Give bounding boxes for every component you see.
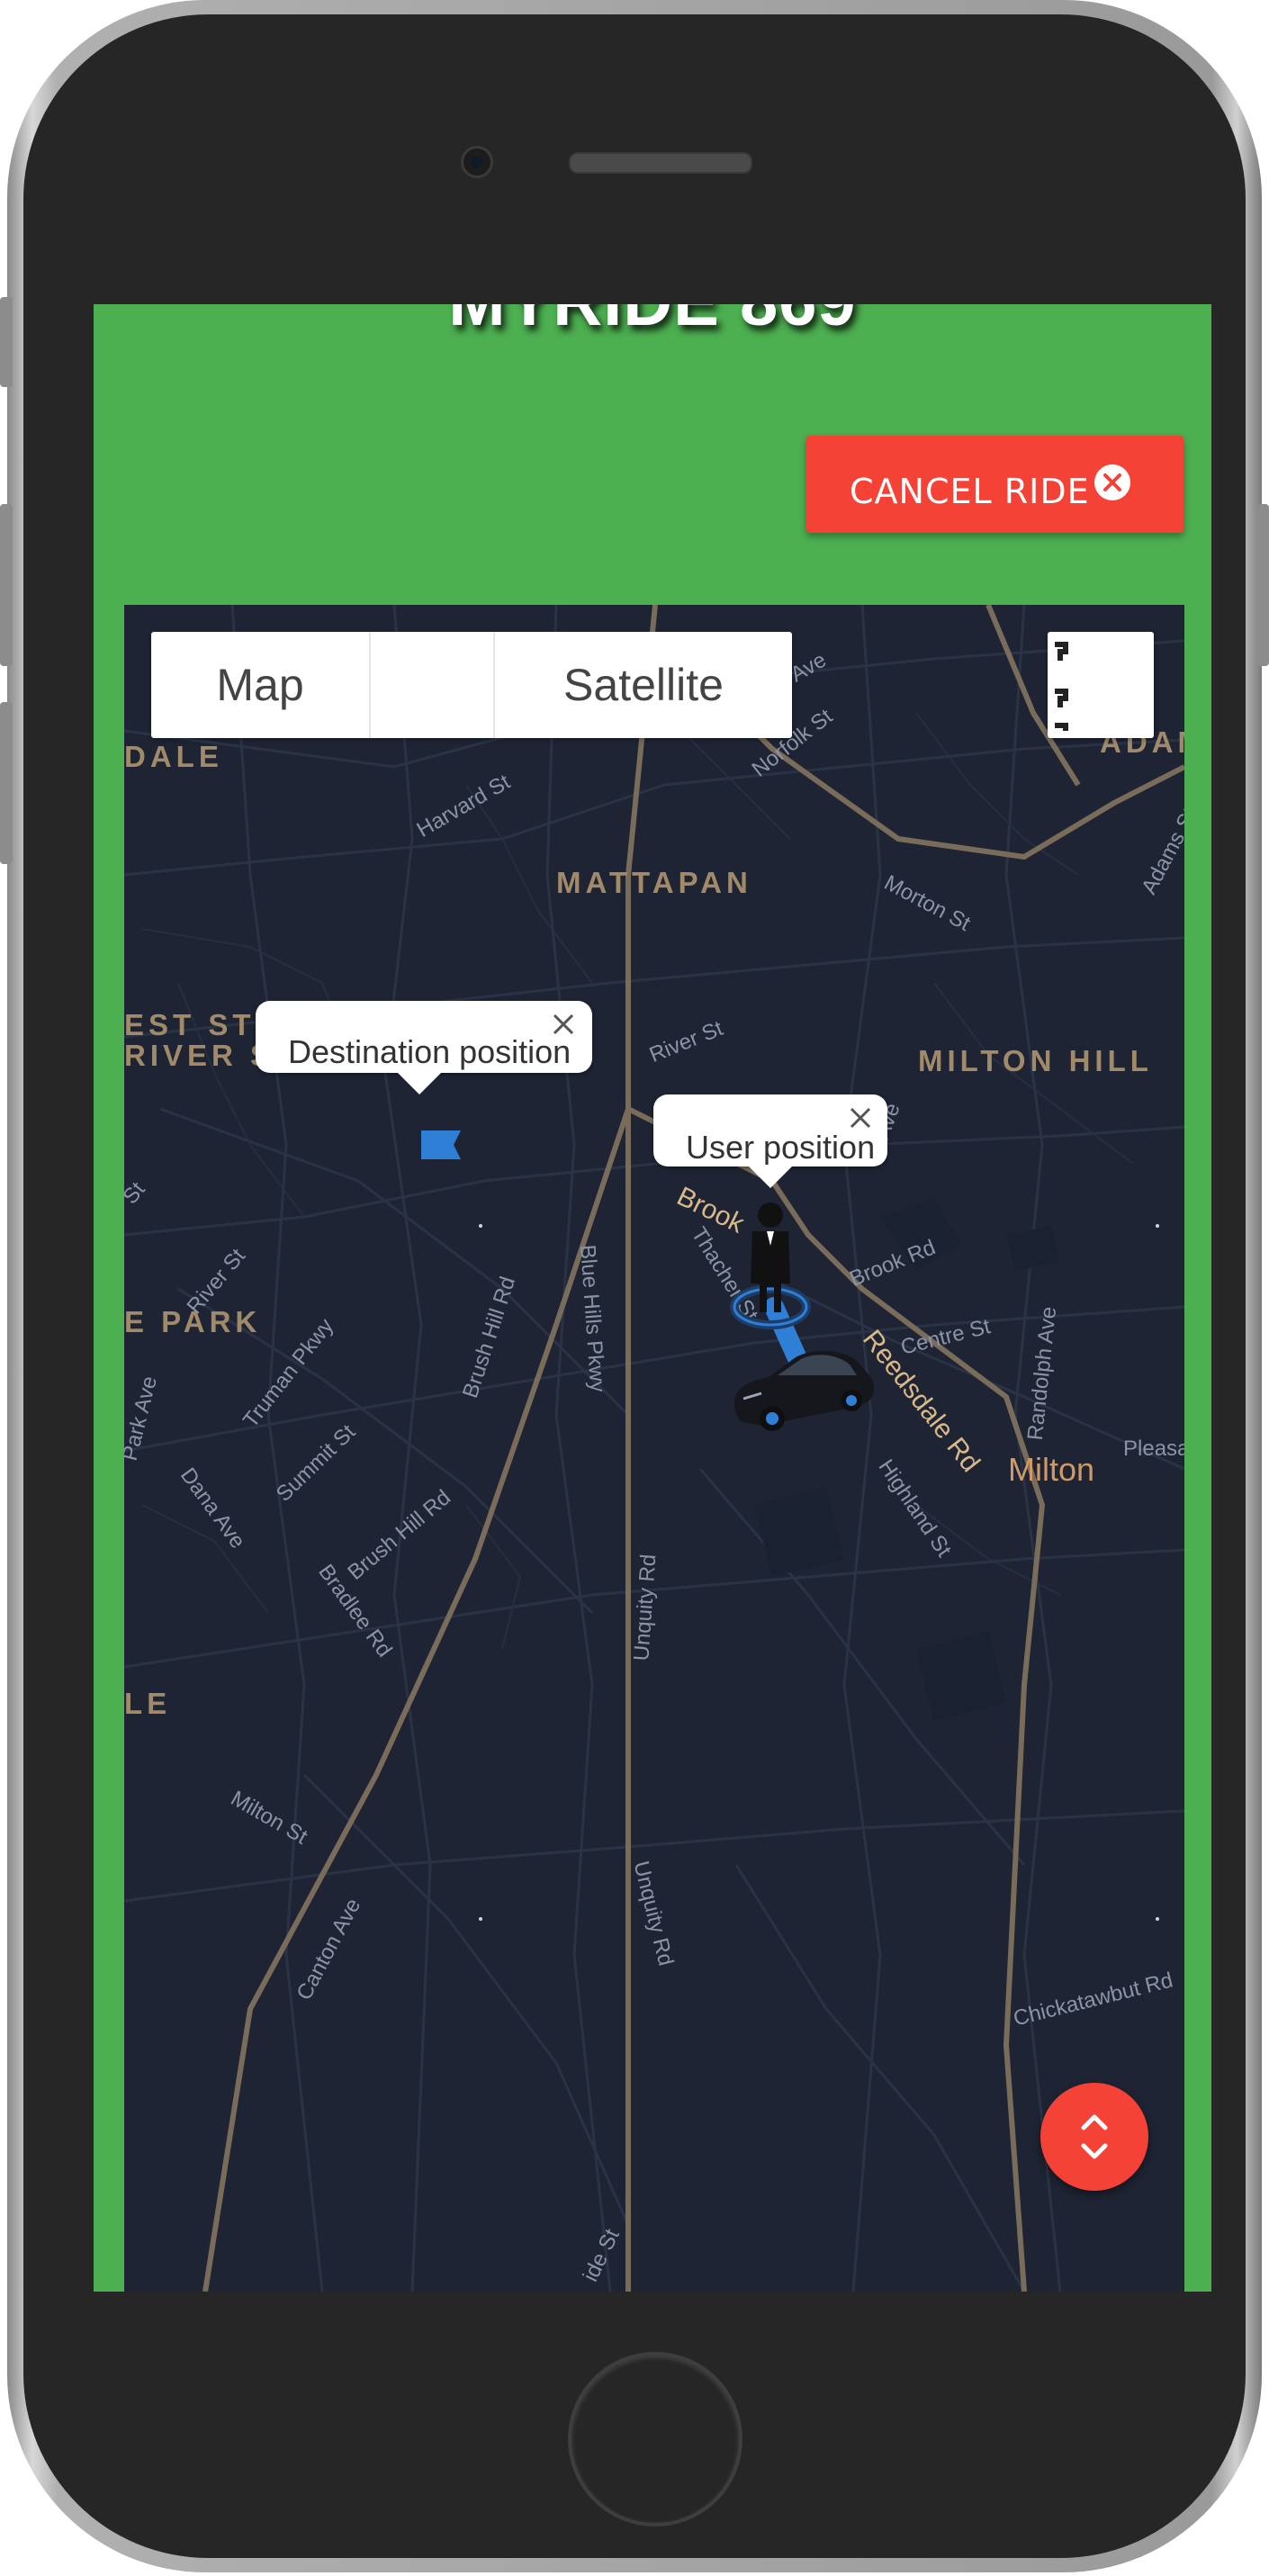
map-label: EST ST — [124, 1008, 256, 1041]
popup-tail — [747, 1165, 794, 1188]
app-screen: MYRIDE 869 CANCEL RIDE — [94, 304, 1211, 2292]
phone-bezel: MYRIDE 869 CANCEL RIDE — [23, 14, 1246, 2558]
destination-flag-icon[interactable] — [419, 1129, 463, 1161]
volume-down-button — [0, 702, 13, 864]
mute-switch — [0, 297, 13, 387]
cancel-ride-button[interactable]: CANCEL RIDE — [806, 436, 1184, 533]
divider — [369, 632, 371, 738]
map-label: Pleasa — [1123, 1437, 1184, 1461]
map-label: LE — [124, 1687, 172, 1720]
close-icon[interactable] — [842, 1100, 878, 1136]
popup-tail — [396, 1071, 443, 1094]
car-icon[interactable] — [725, 1339, 878, 1438]
power-button — [1256, 504, 1269, 666]
app-title: MYRIDE 869 — [94, 304, 1211, 341]
earpiece-speaker — [569, 152, 752, 174]
close-icon[interactable] — [545, 1006, 581, 1042]
map-type-satellite-button[interactable]: Satellite — [495, 632, 792, 738]
map-label: MATTAPAN — [556, 866, 752, 899]
map-canvas — [124, 605, 1184, 2292]
expand-collapse-button[interactable] — [1040, 2083, 1148, 2191]
unfold-icon — [1081, 2114, 1108, 2159]
front-camera — [461, 146, 493, 178]
map-view[interactable]: DALE ADAMS MATTAPAN MILTON HILL EST ST R… — [124, 605, 1184, 2292]
destination-popup: Destination position — [256, 1001, 592, 1094]
map-label: Milton — [1008, 1451, 1095, 1488]
close-circle-icon — [1094, 464, 1130, 500]
volume-up-button — [0, 504, 13, 666]
fullscreen-icon — [1055, 642, 1068, 731]
user-person-icon[interactable] — [725, 1197, 815, 1332]
fullscreen-button[interactable] — [1048, 632, 1154, 738]
map-type-control: Map Satellite — [151, 632, 792, 738]
phone-frame: MYRIDE 869 CANCEL RIDE — [0, 0, 1269, 2572]
user-popup: User position — [653, 1094, 887, 1188]
map-type-map-button[interactable]: Map — [151, 632, 369, 738]
map-label: RIVER S — [124, 1039, 275, 1072]
destination-popup-text: Destination position — [288, 1033, 572, 1070]
cancel-ride-label: CANCEL RIDE — [850, 472, 1090, 511]
map-label: DALE — [124, 740, 223, 773]
home-button[interactable] — [568, 2352, 742, 2526]
map-label: MILTON HILL — [918, 1044, 1153, 1077]
